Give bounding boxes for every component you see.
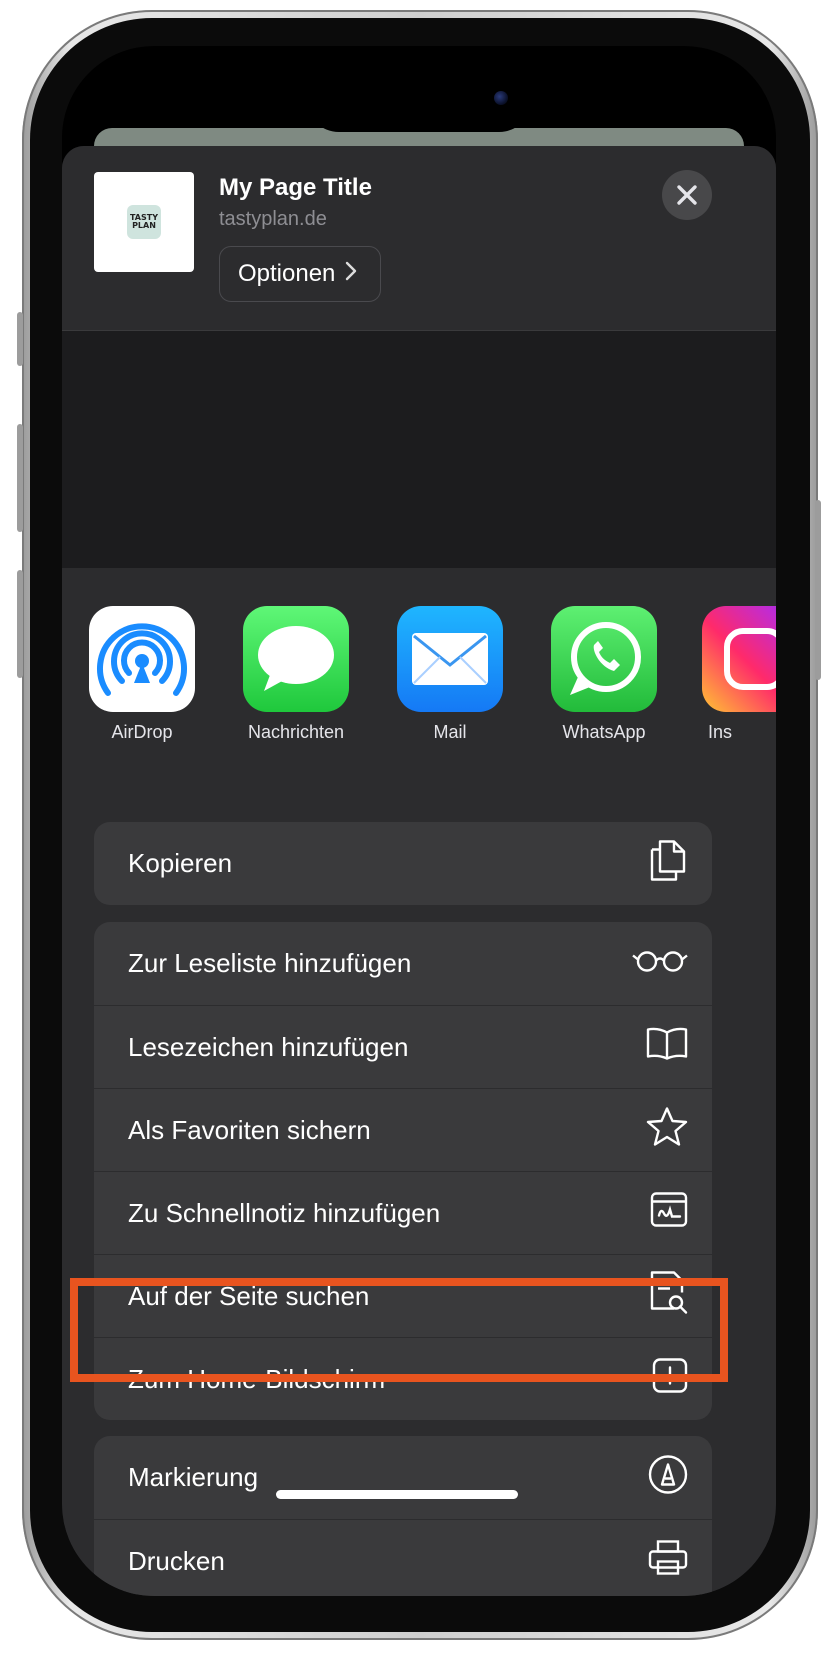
app-row: AirDrop Nachrichten Mail WhatsApp Ins [62,568,776,786]
volume-down-button [17,570,23,678]
action-favorites[interactable]: Als Favoriten sichern [94,1088,712,1171]
app-label: Nachrichten [247,722,345,742]
app-label: AirDrop [111,722,173,742]
app-label: Ins [708,722,733,742]
action-print[interactable]: Drucken [94,1519,712,1596]
action-label: Zur Leseliste hinzufügen [128,948,412,978]
action-label: Als Favoriten sichern [128,1114,371,1145]
app-airdrop[interactable]: AirDrop [86,606,198,743]
dynamic-island [306,66,532,132]
page-title: My Page Title [219,174,372,201]
app-messages[interactable]: Nachrichten [240,606,352,743]
page-domain: tastyplan.de [219,208,327,230]
star-icon [646,1107,688,1154]
airdrop-icon [89,606,195,712]
action-reading-list[interactable]: Zur Leseliste hinzufügen [94,922,712,1005]
action-label: Zu Schnellnotiz hinzufügen [128,1197,441,1228]
power-button [815,500,821,680]
action-label: Drucken [128,1545,225,1576]
quick-note-icon [650,1192,688,1235]
action-label: Kopieren [128,848,233,878]
copy-icon [648,837,688,890]
app-label: WhatsApp [562,722,646,742]
action-label: Markierung [128,1462,259,1492]
instagram-icon [702,606,776,712]
actions-group-2: Markierung Drucken [94,1436,712,1596]
glasses-icon [632,947,688,980]
close-icon [677,185,697,205]
chevron-right-icon [345,261,357,287]
options-label: Optionen [238,260,336,287]
action-label: Lesezeichen hinzufügen [128,1031,409,1062]
tastyplan-logo: TASTY PLAN [127,205,161,239]
messages-icon [243,606,349,712]
action-copy[interactable]: Kopieren [94,822,712,905]
action-button [17,312,23,366]
mail-icon [397,606,503,712]
app-mail[interactable]: Mail [394,606,506,743]
copy-group: Kopieren [94,822,712,905]
header-divider [62,330,776,331]
markup-icon [648,1454,688,1501]
share-header: TASTY PLAN My Page Title tastyplan.de Opt… [62,146,776,330]
home-indicator[interactable] [276,1490,518,1499]
options-button[interactable]: Optionen [219,246,381,302]
close-button[interactable] [662,170,712,220]
camera-icon [494,91,508,105]
action-quick-note[interactable]: Zu Schnellnotiz hinzufügen [94,1171,712,1254]
printer-icon [648,1540,688,1583]
book-icon [646,1027,688,1068]
action-bookmark[interactable]: Lesezeichen hinzufügen [94,1005,712,1088]
app-instagram[interactable]: Ins [702,606,776,743]
page-thumbnail: TASTY PLAN [94,172,194,272]
whatsapp-icon [551,606,657,712]
action-markup[interactable]: Markierung [94,1436,712,1519]
app-label: Mail [433,722,467,742]
volume-up-button [17,424,23,532]
highlight-box [70,1278,728,1382]
app-whatsapp[interactable]: WhatsApp [548,606,660,743]
